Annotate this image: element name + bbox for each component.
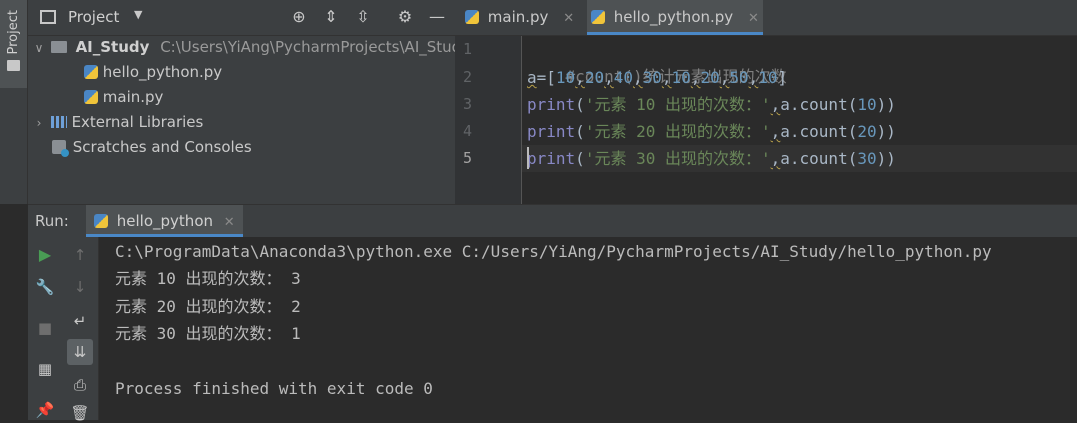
folder-icon	[7, 60, 20, 71]
code-line-4: print('元素 20 出现的次数：',a.count(20))	[527, 122, 896, 141]
close-icon[interactable]: ✕	[224, 215, 235, 230]
list-value: 20	[700, 68, 720, 87]
external-libraries-label: External Libraries	[71, 113, 204, 131]
expand-all-icon[interactable]: ⇕	[322, 8, 340, 26]
project-panel: Project ▼ ⊕ ⇕ ⇳ ⚙ — ∨ AI_Study C:\Users\…	[28, 0, 470, 204]
list-value: 20	[584, 68, 605, 87]
chevron-down-icon[interactable]: ▼	[134, 8, 142, 21]
print-icon[interactable]: ⎙	[70, 375, 90, 395]
line-number: 2	[463, 68, 473, 86]
code-string: '元素 20 出现的次数：'	[584, 122, 771, 141]
list-value: 10	[671, 68, 691, 87]
tab-label: hello_python.py	[613, 8, 734, 26]
line-number: 4	[463, 122, 473, 140]
tree-file-main[interactable]: main.py	[84, 85, 163, 110]
run-toolbar-primary: ▶ 🔧 ■ ▦ 📌	[28, 237, 62, 420]
soft-wrap-icon[interactable]: ↵	[70, 311, 90, 331]
tree-external-libraries[interactable]: › External Libraries	[32, 110, 204, 136]
tab-hello-python-py[interactable]: hello_python.py ✕	[587, 0, 763, 35]
close-icon[interactable]: ✕	[748, 11, 759, 26]
editor-tabs: main.py ✕ hello_python.py ✕	[455, 0, 1077, 36]
stop-icon[interactable]: ■	[35, 318, 55, 338]
scratches-icon	[52, 140, 69, 157]
code-string: '元素 10 出现的次数：'	[584, 95, 771, 114]
tab-main-py[interactable]: main.py ✕	[465, 0, 574, 35]
left-tool-stripe: Project	[0, 0, 28, 204]
folder-icon	[50, 41, 67, 53]
console-command: C:\ProgramData\Anaconda3\python.exe C:/U…	[115, 242, 992, 261]
file-name: main.py	[102, 88, 164, 106]
hide-icon[interactable]: —	[428, 8, 446, 26]
chevron-right-icon[interactable]: ›	[32, 111, 46, 136]
list-value: 10	[555, 68, 576, 87]
wrench-icon[interactable]: 🔧	[35, 277, 55, 297]
list-value: 30	[642, 68, 662, 87]
run-tab-hello-python[interactable]: hello_python ✕	[86, 205, 243, 237]
file-name: hello_python.py	[102, 63, 223, 81]
editor-gutter: 1 2 3 4 5	[455, 36, 522, 204]
project-tool-tab[interactable]: Project	[0, 0, 27, 88]
chevron-down-icon[interactable]: ∨	[32, 36, 46, 61]
project-panel-header: Project ▼ ⊕ ⇕ ⇳ ⚙ —	[28, 0, 455, 36]
tree-file-hello-python[interactable]: hello_python.py	[84, 60, 222, 85]
arrow-up-icon[interactable]: ↑	[70, 245, 90, 265]
code-line-2: a=[10,20,40,30,10,20,50,10]	[527, 68, 788, 87]
run-console[interactable]: C:\ProgramData\Anaconda3\python.exe C:/U…	[99, 237, 1077, 420]
root-folder-name: AI_Study	[75, 38, 150, 56]
scroll-to-end-icon[interactable]: ⇊	[67, 339, 93, 365]
list-value: 50	[729, 68, 749, 87]
root-folder-path: C:\Users\YiAng\PycharmProjects\AI_Study	[160, 38, 471, 56]
console-output-line: 元素 20 出现的次数： 2	[115, 297, 301, 316]
console-finish-message: Process finished with exit code 0	[115, 379, 433, 398]
code-editor[interactable]: #count()统计元素出现的次数 a=[10,20,40,30,10,20,5…	[522, 36, 1077, 204]
gear-icon[interactable]: ⚙	[396, 8, 414, 26]
project-panel-title[interactable]: Project	[68, 8, 119, 26]
project-tool-tab-label: Project	[6, 10, 21, 55]
python-file-icon	[591, 10, 605, 24]
collapse-all-icon[interactable]: ⇳	[354, 8, 372, 26]
project-view-icon	[40, 10, 56, 24]
code-line-1: #count()统计元素出现的次数	[527, 36, 787, 86]
console-output-line: 元素 30 出现的次数： 1	[115, 324, 301, 343]
code-number: 10	[857, 95, 877, 114]
line-number: 1	[463, 40, 473, 58]
tree-scratches[interactable]: Scratches and Consoles	[52, 135, 252, 160]
tree-root-row[interactable]: ∨ AI_Study C:\Users\YiAng\PycharmProject…	[32, 35, 470, 60]
pin-icon[interactable]: 📌	[35, 400, 55, 420]
layout-icon[interactable]: ▦	[35, 359, 55, 379]
code-string: '元素 30 出现的次数：'	[584, 149, 771, 168]
run-tab-label: hello_python	[116, 212, 213, 230]
console-output-line: 元素 10 出现的次数： 3	[115, 269, 301, 288]
run-label: Run:	[35, 212, 69, 230]
rerun-icon[interactable]: ▶	[35, 245, 55, 265]
python-file-icon	[84, 65, 98, 79]
scratches-label: Scratches and Consoles	[72, 138, 252, 156]
code-number: 20	[857, 122, 877, 141]
list-value: 40	[613, 68, 633, 87]
arrow-down-icon[interactable]: ↓	[70, 277, 90, 297]
python-file-icon	[84, 90, 98, 104]
code-number: 30	[857, 149, 877, 168]
text-caret	[527, 147, 529, 169]
list-value: 10	[758, 68, 778, 87]
code-line-3: print('元素 10 出现的次数：',a.count(10))	[527, 95, 896, 114]
tab-label: main.py	[487, 8, 549, 26]
line-number: 3	[463, 95, 473, 113]
python-file-icon	[94, 214, 108, 228]
line-number: 5	[463, 149, 473, 167]
trash-icon[interactable]: 🗑	[70, 403, 90, 423]
run-toolbar-secondary: ↑ ↓ ↵ ⇊ ⎙ 🗑	[62, 237, 99, 423]
code-line-5: print('元素 30 出现的次数：',a.count(30))	[522, 145, 1077, 172]
locate-icon[interactable]: ⊕	[290, 8, 308, 26]
run-tool-header: Run: hello_python ✕	[28, 204, 1077, 238]
library-icon	[50, 116, 67, 128]
close-icon[interactable]: ✕	[563, 11, 574, 26]
python-file-icon	[465, 10, 479, 24]
